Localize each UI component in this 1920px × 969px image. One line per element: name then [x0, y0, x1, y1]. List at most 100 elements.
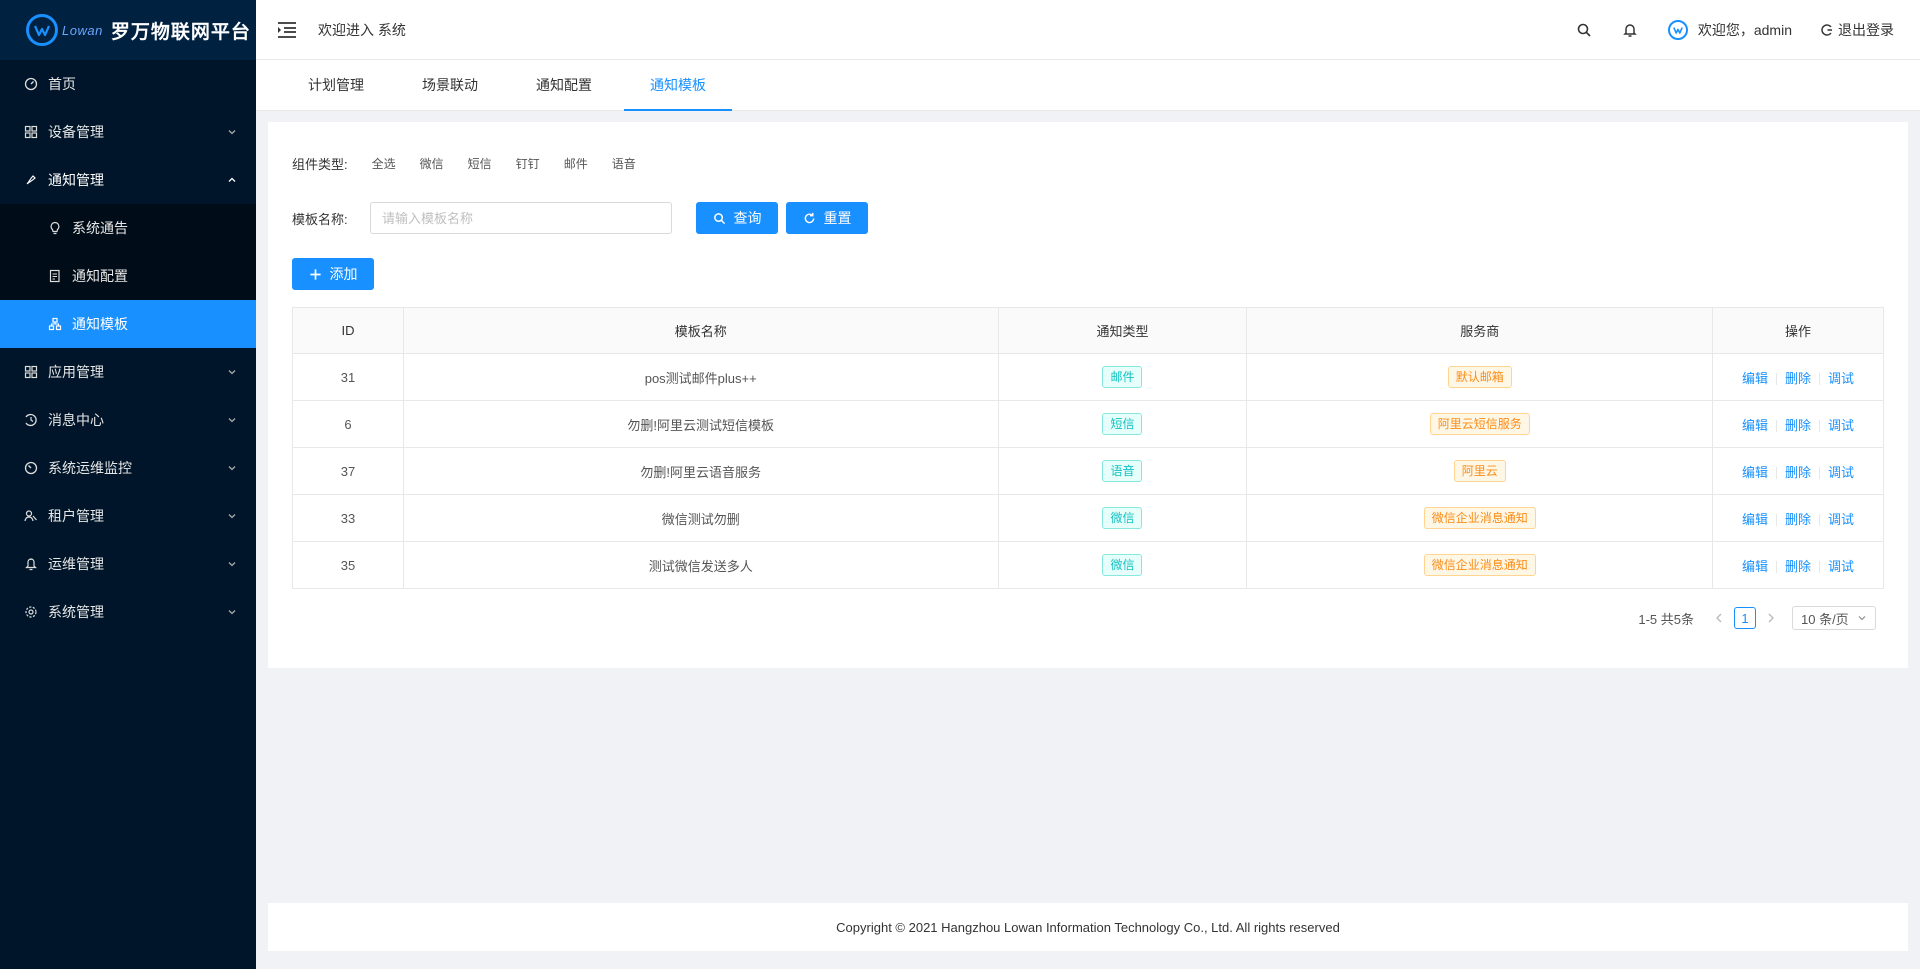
col-header-id: ID	[292, 307, 404, 354]
sidebar-item-announcement[interactable]: 系统通告	[0, 204, 256, 252]
sidebar-item-tenant[interactable]: 租户管理	[0, 492, 256, 540]
search-icon	[713, 212, 725, 224]
filter-option-dingtalk[interactable]: 钉钉	[504, 155, 552, 172]
table-row: 31 pos测试邮件plus++ 邮件 默认邮箱 编辑 删除 调试	[292, 353, 1884, 401]
sidebar-item-label: 租户管理	[48, 508, 104, 524]
cell-type: 短信	[997, 400, 1248, 448]
chevron-left-icon[interactable]	[1712, 611, 1726, 625]
divider	[1776, 561, 1778, 574]
type-tag: 语音	[1102, 460, 1143, 482]
query-button[interactable]: 查询	[696, 202, 778, 234]
chevron-down-icon	[228, 610, 236, 615]
logout-button[interactable]: 退出登录	[1820, 20, 1894, 40]
sidebar-item-label: 通知管理	[48, 172, 104, 188]
cell-provider: 微信企业消息通知	[1246, 541, 1714, 589]
reload-icon	[804, 212, 814, 223]
search-icon[interactable]	[1576, 22, 1592, 38]
edit-link[interactable]: 编辑	[1742, 418, 1768, 433]
chevron-down-icon	[228, 370, 236, 375]
filter-option-all[interactable]: 全选	[360, 155, 408, 172]
sidebar-item-message[interactable]: 消息中心	[0, 396, 256, 444]
cell-provider: 阿里云	[1246, 447, 1714, 495]
debug-link[interactable]: 调试	[1828, 512, 1854, 527]
provider-tag: 阿里云短信服务	[1429, 413, 1530, 435]
provider-tag: 默认邮箱	[1447, 366, 1512, 388]
chevron-down-icon	[228, 466, 236, 471]
edit-link[interactable]: 编辑	[1742, 559, 1768, 574]
delete-link[interactable]: 删除	[1785, 371, 1811, 386]
chevron-right-icon[interactable]	[1764, 611, 1778, 625]
debug-link[interactable]: 调试	[1828, 371, 1854, 386]
provider-tag: 阿里云	[1453, 460, 1506, 482]
filter-option-sms[interactable]: 短信	[456, 155, 504, 172]
type-tag: 短信	[1102, 413, 1143, 435]
pagination-total: 1-5 共5条	[1638, 611, 1694, 627]
page-number[interactable]: 1	[1734, 607, 1756, 629]
debug-link[interactable]: 调试	[1828, 559, 1854, 574]
sidebar-item-label: 应用管理	[48, 364, 104, 380]
component-type-filter: 组件类型: 全选 微信 短信 钉钉 邮件 语音	[292, 154, 648, 173]
edit-link[interactable]: 编辑	[1742, 371, 1768, 386]
app-title: 罗万物联网平台	[110, 21, 251, 43]
edit-link[interactable]: 编辑	[1742, 465, 1768, 480]
chevron-down-icon	[228, 418, 236, 423]
user-greeting[interactable]: 欢迎您，admin	[1698, 20, 1792, 40]
sidebar-item-device[interactable]: 设备管理	[0, 108, 256, 156]
debug-link[interactable]: 调试	[1828, 418, 1854, 433]
logo[interactable]: Lowan 罗万物联网平台	[0, 0, 256, 60]
delete-link[interactable]: 删除	[1785, 418, 1811, 433]
tab-notify-template[interactable]: 通知模板	[624, 60, 732, 111]
sidebar-item-notify-config[interactable]: 通知配置	[0, 252, 256, 300]
cell-actions: 编辑 删除 调试	[1712, 541, 1884, 589]
delete-link[interactable]: 删除	[1785, 512, 1811, 527]
tab-notify-config[interactable]: 通知配置	[510, 60, 618, 111]
cell-name: 勿删!阿里云测试短信模板	[402, 400, 999, 448]
chevron-down-icon	[1858, 616, 1866, 621]
sidebar-item-system[interactable]: 系统管理	[0, 588, 256, 636]
bell-icon[interactable]	[1622, 22, 1638, 38]
template-table: ID 模板名称 通知类型 服务商 操作 31 pos测试邮件plus++ 邮件 …	[292, 307, 1884, 589]
tab-bar: 计划管理 场景联动 通知配置 通知模板	[256, 60, 1920, 111]
tenant-icon	[24, 509, 38, 523]
app-icon	[24, 365, 38, 379]
top-header: 欢迎进入 系统 欢迎您，admin 退出登录	[256, 0, 1920, 60]
avatar[interactable]	[1667, 20, 1688, 40]
logo-icon	[26, 14, 58, 46]
tab-scene[interactable]: 场景联动	[396, 60, 504, 111]
cell-id: 31	[292, 353, 404, 401]
tab-plan[interactable]: 计划管理	[282, 60, 390, 111]
sidebar-item-notify[interactable]: 通知管理	[0, 156, 256, 204]
reset-button[interactable]: 重置	[786, 202, 868, 234]
delete-link[interactable]: 删除	[1785, 465, 1811, 480]
filter-option-wechat[interactable]: 微信	[408, 155, 456, 172]
divider	[1776, 467, 1778, 480]
filter-option-voice[interactable]: 语音	[600, 155, 648, 172]
device-icon	[24, 125, 38, 139]
sidebar-menu: 首页 设备管理 通知管理 系统通告 通知配置 通知模板 应用管理 消息中心 系统…	[0, 60, 256, 636]
sidebar-item-home[interactable]: 首页	[0, 60, 256, 108]
sidebar-item-app[interactable]: 应用管理	[0, 348, 256, 396]
doc-icon	[48, 269, 62, 283]
filter-option-email[interactable]: 邮件	[552, 155, 600, 172]
table-row: 35 测试微信发送多人 微信 微信企业消息通知 编辑 删除 调试	[292, 541, 1884, 589]
menu-fold-icon[interactable]	[276, 21, 298, 39]
debug-link[interactable]: 调试	[1828, 465, 1854, 480]
sidebar-item-label: 系统管理	[48, 604, 104, 620]
divider	[1819, 373, 1821, 386]
cell-provider: 默认邮箱	[1246, 353, 1714, 401]
sidebar-item-notify-template[interactable]: 通知模板	[0, 300, 256, 348]
page-size-select[interactable]: 10 条/页	[1792, 606, 1876, 630]
gear-icon	[24, 605, 38, 619]
chevron-down-icon	[228, 130, 236, 135]
sidebar-item-ops[interactable]: 运维管理	[0, 540, 256, 588]
page-size-value: 10 条/页	[1801, 611, 1849, 627]
edit-link[interactable]: 编辑	[1742, 512, 1768, 527]
cell-id: 35	[292, 541, 404, 589]
delete-link[interactable]: 删除	[1785, 559, 1811, 574]
chevron-down-icon	[228, 514, 236, 519]
template-icon	[48, 317, 62, 331]
template-name-input[interactable]	[370, 202, 672, 234]
provider-tag: 微信企业消息通知	[1423, 507, 1536, 529]
add-button[interactable]: 添加	[292, 258, 374, 290]
sidebar-item-monitor[interactable]: 系统运维监控	[0, 444, 256, 492]
